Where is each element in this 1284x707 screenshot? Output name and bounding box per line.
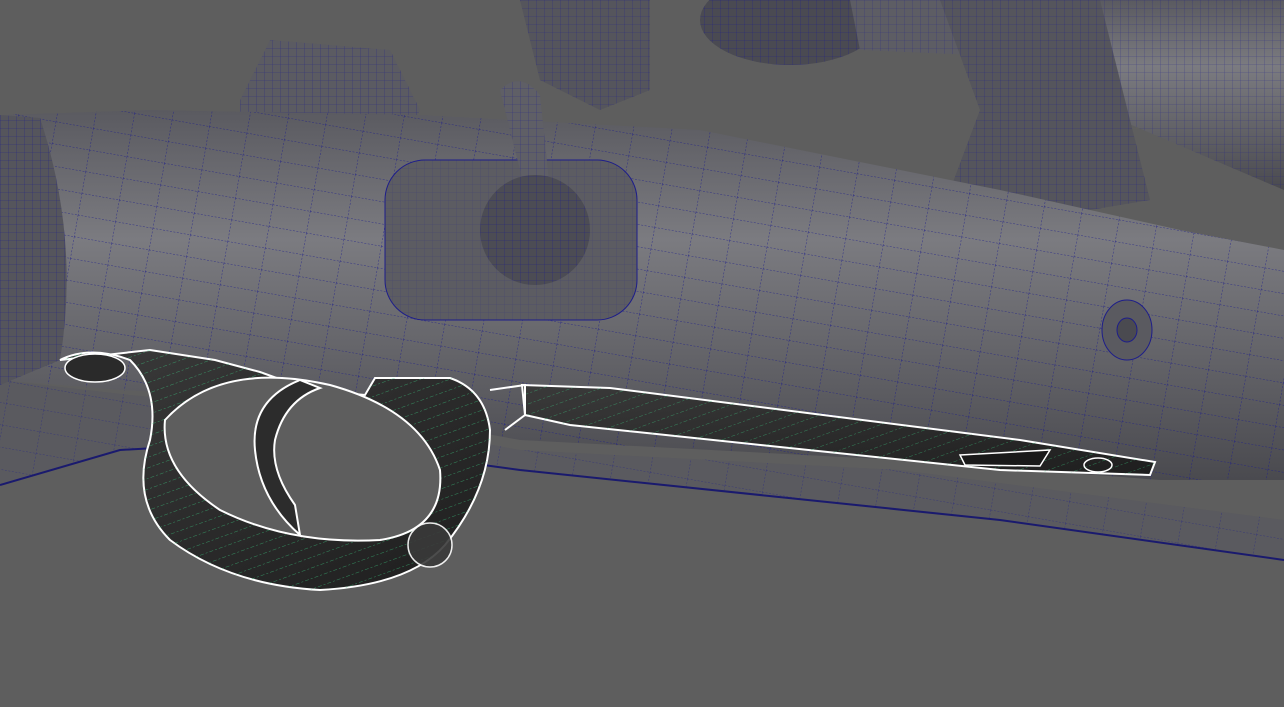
3d-viewport[interactable]: [0, 0, 1284, 707]
scene[interactable]: [0, 0, 1284, 707]
action-screw[interactable]: [1101, 299, 1153, 361]
